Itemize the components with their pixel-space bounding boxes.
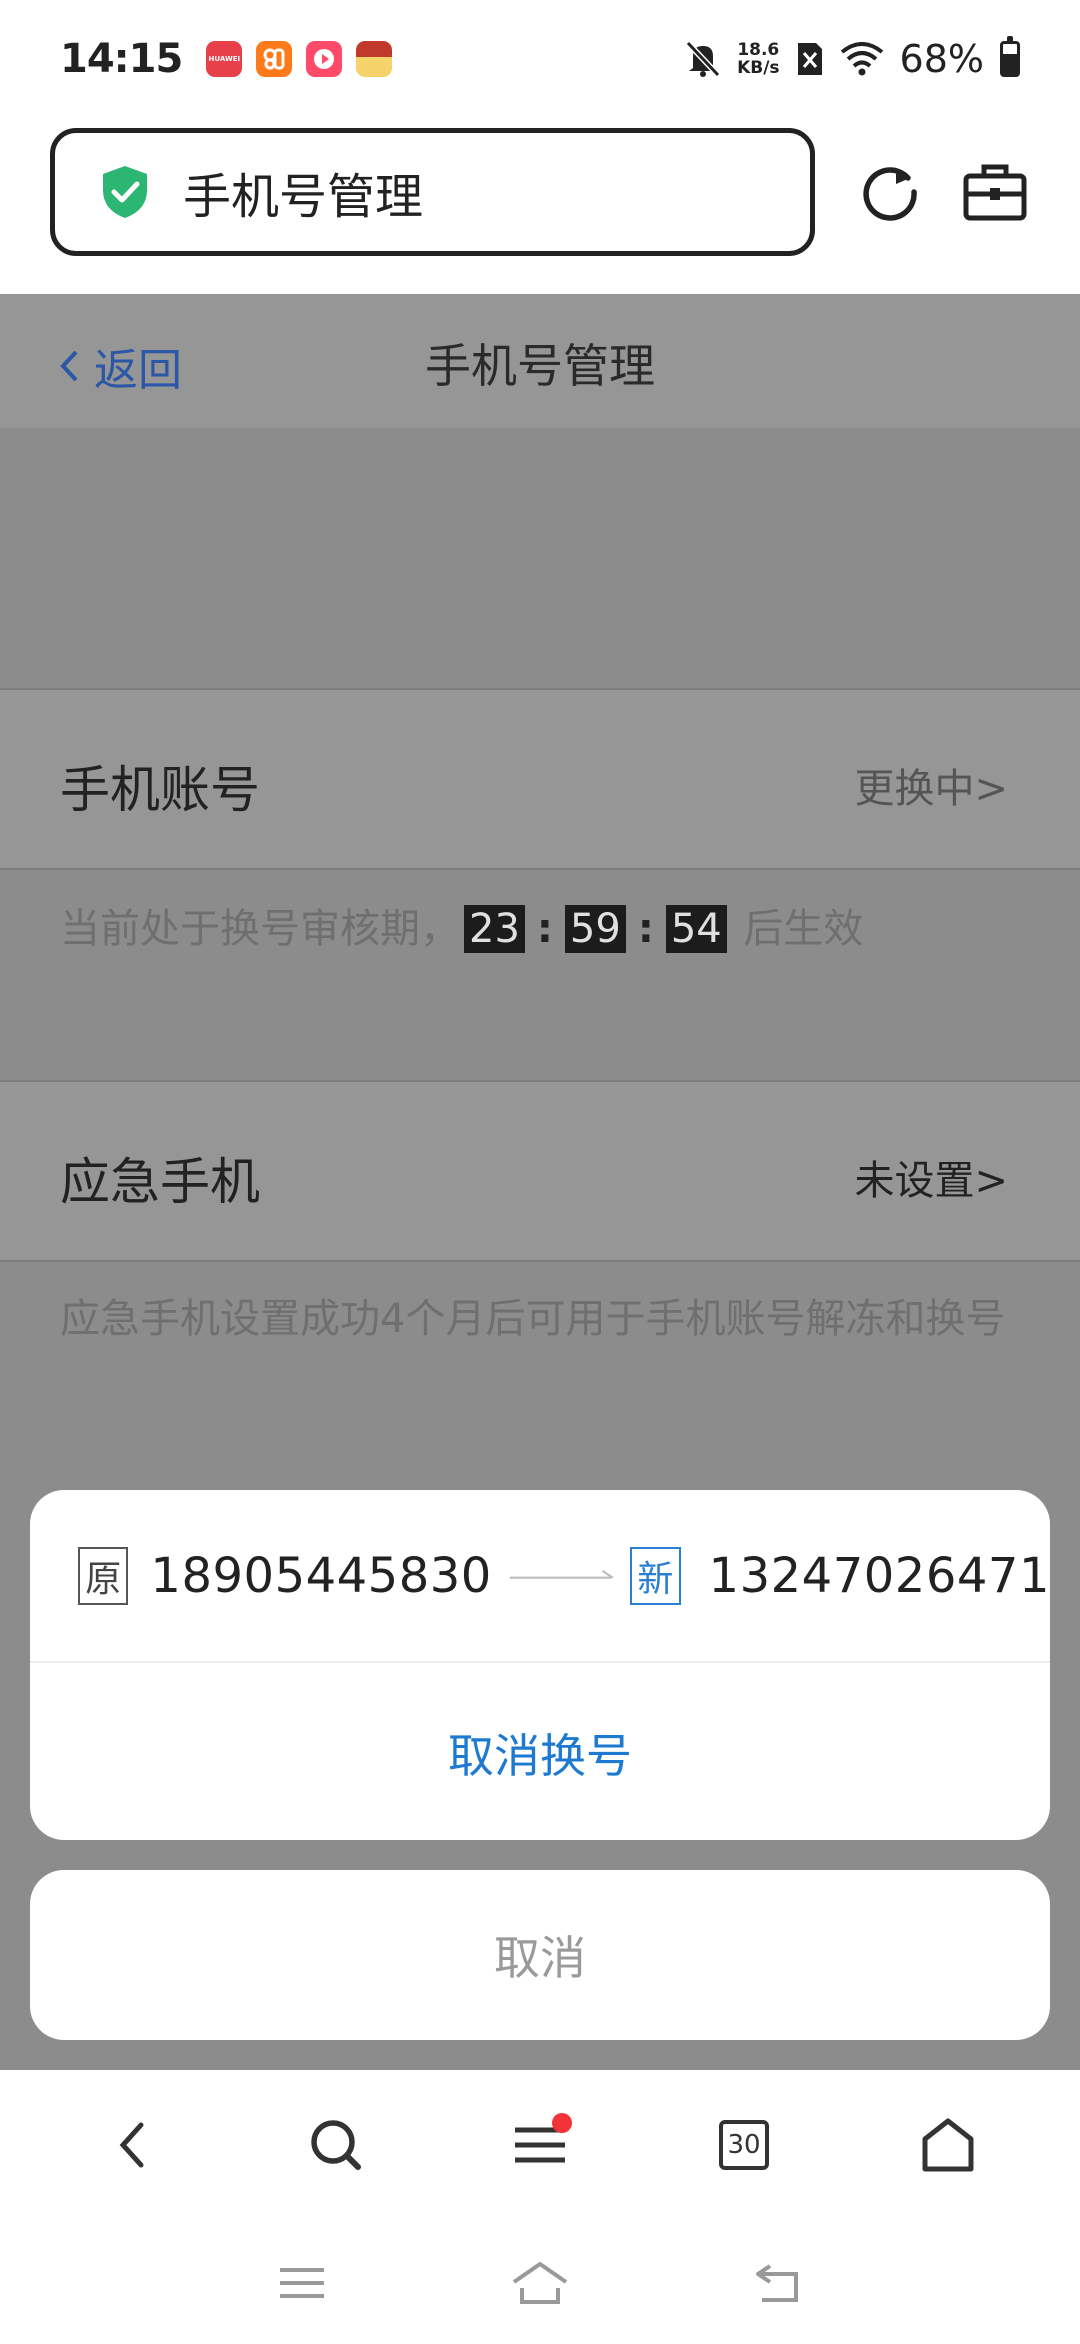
- wifi-icon: [840, 42, 883, 76]
- huawei-app-icon: HUAWEI: [206, 41, 243, 77]
- chevron-left-icon: [119, 2122, 144, 2168]
- timer-hours: 23: [464, 905, 525, 953]
- back-nav-icon[interactable]: [750, 2258, 810, 2308]
- new-tag: 新: [630, 1546, 681, 1605]
- status-indicators: 18.6 KB/s 68%: [685, 36, 1020, 81]
- emergency-label: 应急手机: [60, 1153, 260, 1211]
- new-number: 13247026471: [708, 1547, 1050, 1604]
- home-button[interactable]: [912, 2109, 984, 2181]
- browser-bar: 手机号管理: [0, 118, 1080, 294]
- system-nav-bar: [0, 2220, 1080, 2344]
- arrow-right-icon: [509, 1569, 614, 1579]
- net-speed: 18.6 KB/s: [737, 41, 779, 77]
- reload-icon[interactable]: [858, 160, 922, 224]
- status-bar: 14:15 HUAWEI 18.6 KB/s 68%: [0, 0, 1080, 118]
- emergency-status: 未设置>: [854, 1158, 1008, 1204]
- tabs-button[interactable]: 30: [708, 2109, 780, 2181]
- status-time: 14:15: [60, 36, 183, 82]
- old-number: 18905445830: [150, 1547, 492, 1604]
- search-icon: [311, 2120, 361, 2170]
- orange-app-icon: [256, 41, 293, 77]
- address-title: 手机号管理: [183, 169, 424, 225]
- no-sim-icon: [797, 43, 822, 75]
- account-status: 更换中>: [854, 766, 1008, 812]
- recents-icon[interactable]: [272, 2258, 332, 2308]
- game-app-icon: [356, 41, 393, 77]
- emergency-row[interactable]: 应急手机 未设置>: [0, 1080, 1080, 1262]
- review-note: 当前处于换号审核期， 23:59:54 后生效: [60, 905, 864, 953]
- cancel-button[interactable]: 取消: [30, 1870, 1050, 2040]
- account-row[interactable]: 手机账号 更换中>: [0, 688, 1080, 870]
- tab-count: 30: [719, 2120, 769, 2170]
- battery-percent: 68%: [899, 37, 984, 81]
- menu-button[interactable]: [504, 2109, 576, 2181]
- net-speed-unit: KB/s: [737, 58, 780, 78]
- video-app-icon: [306, 41, 343, 77]
- browser-toolbar: 30: [0, 2070, 1080, 2220]
- toolbox-icon[interactable]: [962, 160, 1028, 224]
- timer-minutes: 59: [564, 905, 626, 953]
- cancel-swap-button[interactable]: 取消换号: [30, 1665, 1050, 1840]
- timer-seconds: 54: [665, 905, 727, 953]
- review-note-suffix: 后生效: [743, 906, 864, 952]
- notification-dot: [552, 2113, 572, 2133]
- search-button[interactable]: [300, 2109, 372, 2181]
- swap-action-sheet: 原 18905445830 新 13247026471 取消换号: [30, 1490, 1050, 1840]
- number-swap-line: 原 18905445830 新 13247026471: [30, 1490, 1050, 1663]
- emergency-note: 应急手机设置成功4个月后可用于手机账号解冻和换号: [60, 1296, 1006, 1342]
- account-label: 手机账号: [60, 761, 260, 819]
- page-nav: 返回 手机号管理: [0, 294, 1080, 428]
- page-title: 手机号管理: [425, 339, 655, 393]
- review-note-prefix: 当前处于换号审核期，: [60, 906, 460, 952]
- battery-icon: [1000, 36, 1020, 77]
- status-app-icons: HUAWEI: [206, 41, 393, 77]
- shield-check-icon: [103, 166, 147, 218]
- net-speed-value: 18.6: [737, 40, 780, 60]
- home-icon: [922, 2118, 974, 2172]
- home-nav-icon[interactable]: [510, 2258, 570, 2308]
- back-nav-button[interactable]: [96, 2109, 168, 2181]
- old-tag: 原: [78, 1546, 129, 1605]
- address-bar[interactable]: 手机号管理: [50, 128, 815, 256]
- mute-bell-icon: [685, 40, 721, 78]
